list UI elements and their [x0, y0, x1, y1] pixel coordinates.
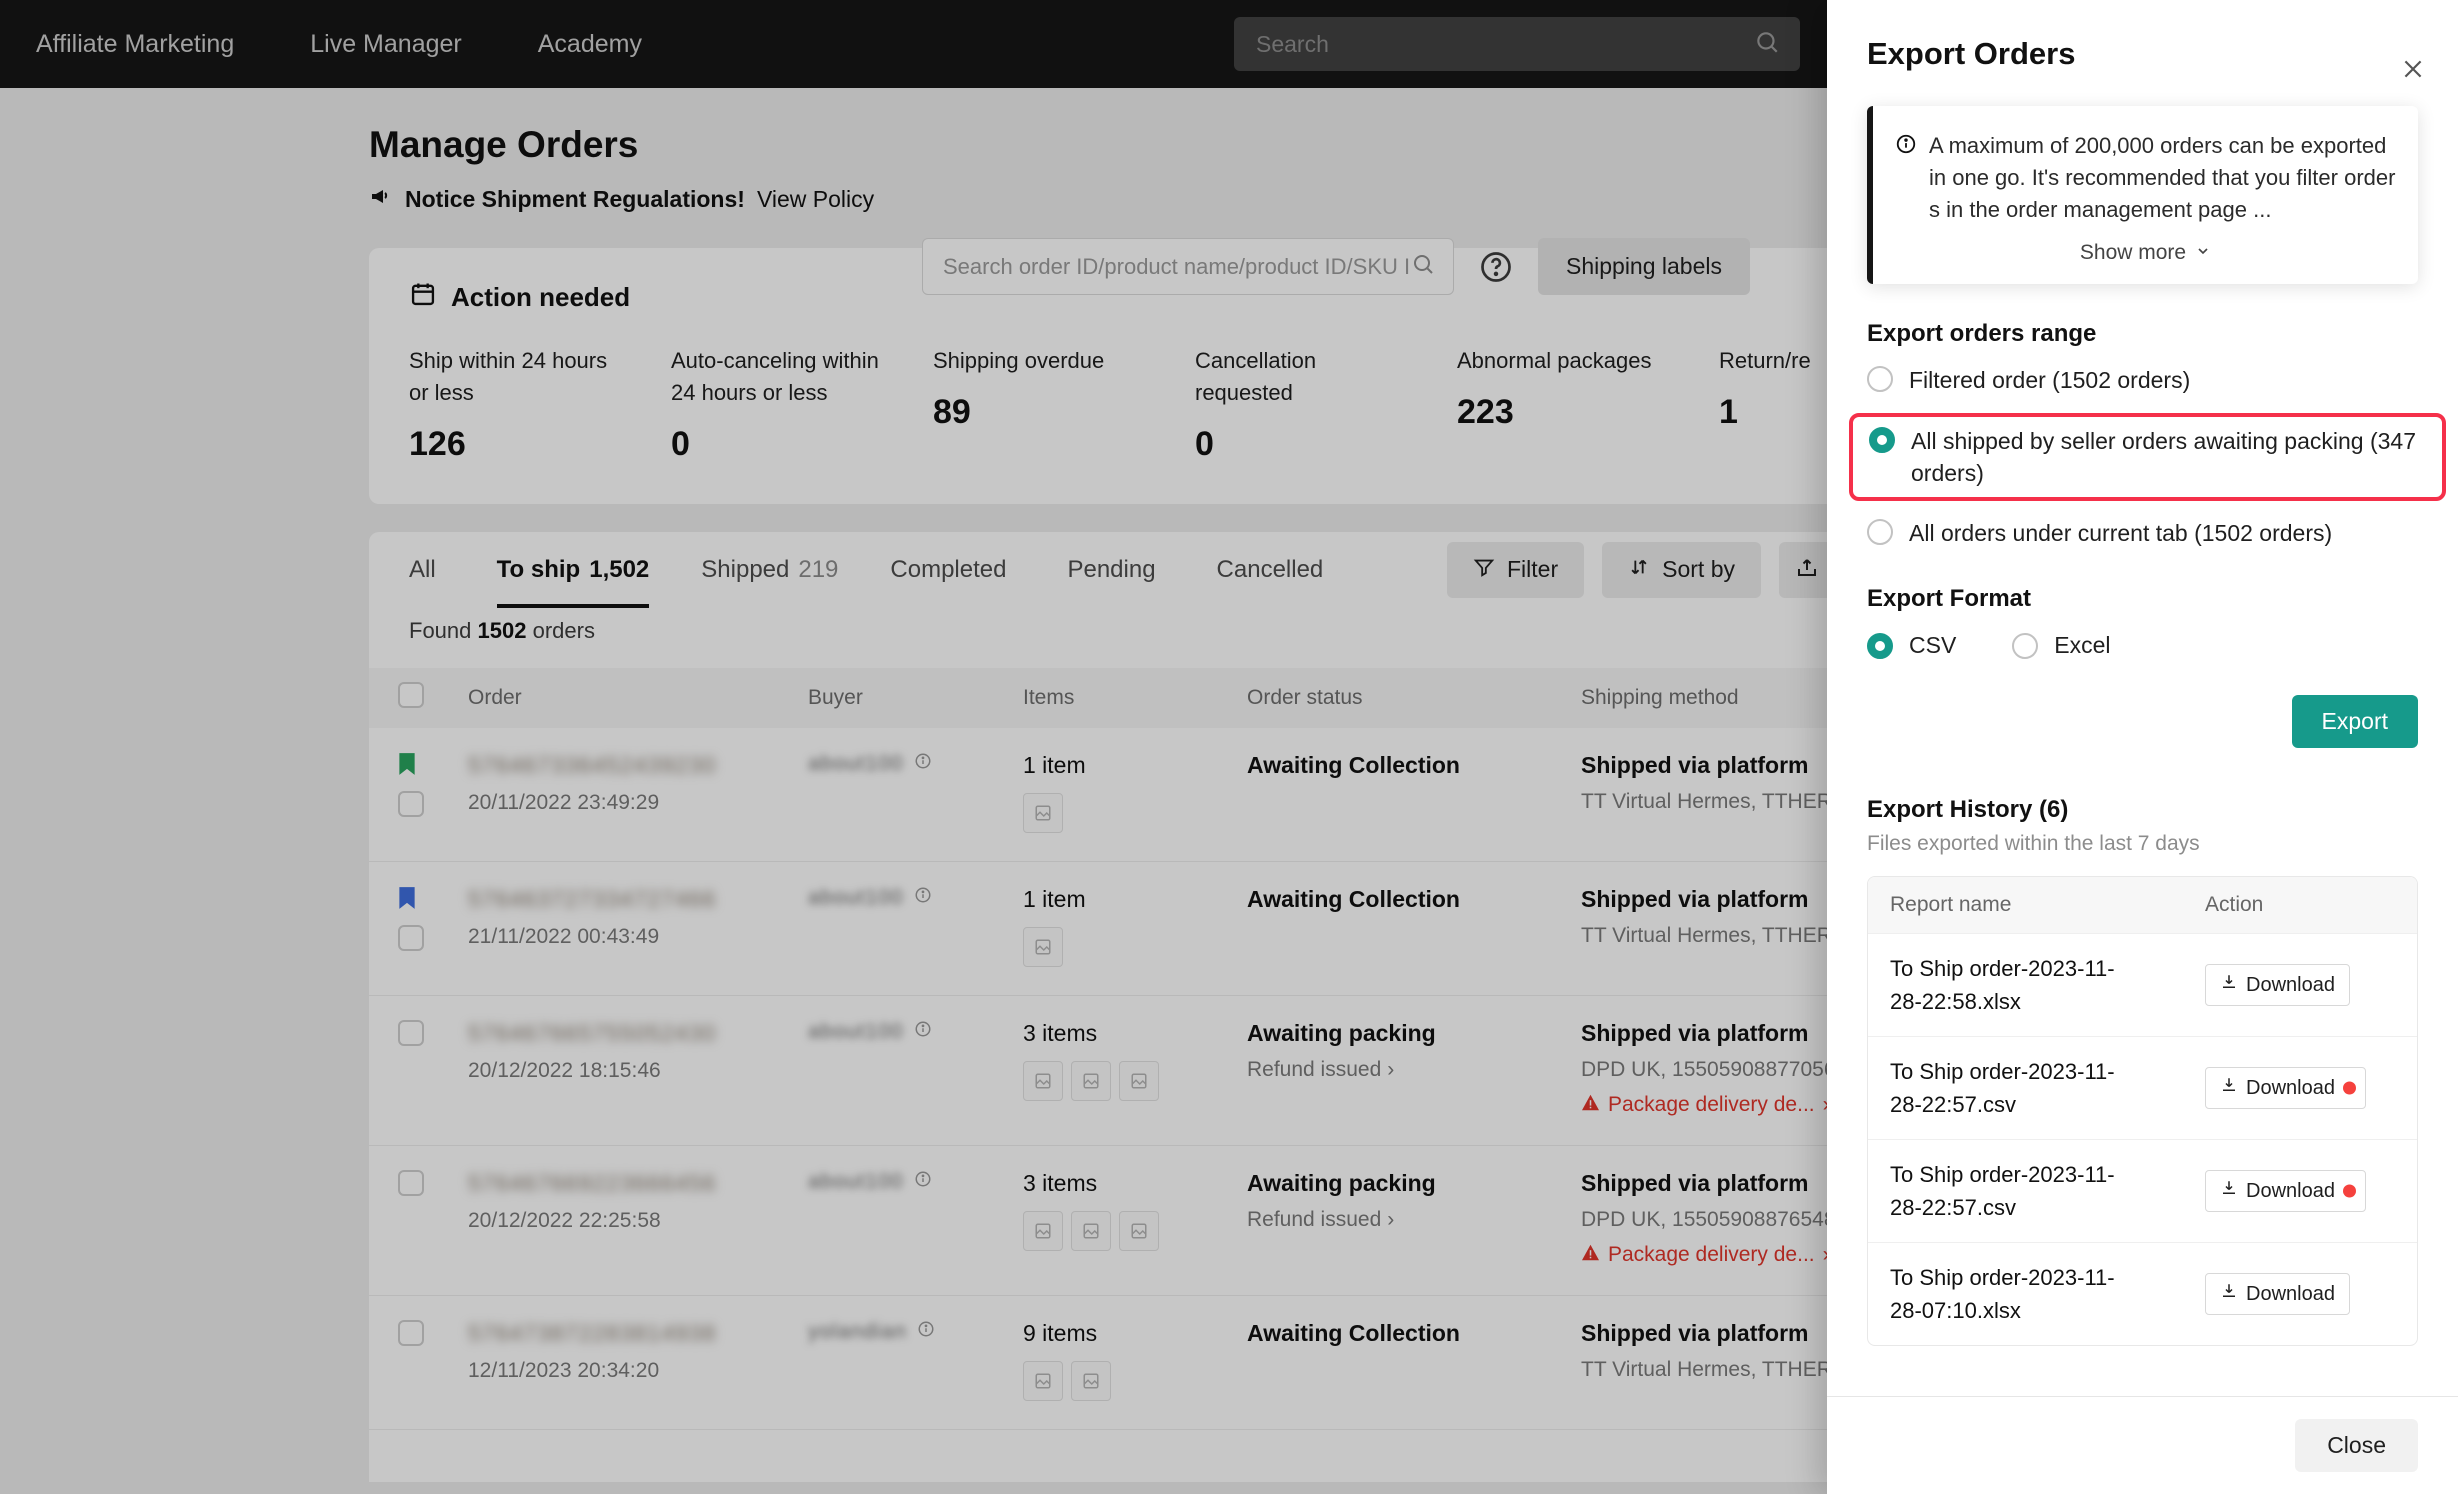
export-orders-panel: Export Orders A maximum of 200,000 order… — [1827, 0, 2458, 1494]
download-icon — [2220, 1179, 2238, 1203]
chevron-down-icon — [2195, 241, 2211, 265]
radio-unselected-icon[interactable] — [2012, 633, 2039, 660]
range-option-current-tab[interactable]: All orders under current tab (1502 order… — [1867, 517, 2418, 549]
info-icon — [1895, 133, 1917, 226]
radio-selected-icon[interactable] — [1867, 633, 1893, 660]
radio-label: All shipped by seller orders awaiting pa… — [1911, 427, 2417, 486]
export-history-row: To Ship order-2023-11-28-22:57.csv Downl… — [1868, 1139, 2417, 1242]
column-report-name: Report name — [1890, 893, 2012, 917]
radio-label: CSV — [1909, 632, 1957, 659]
export-range-heading: Export orders range — [1867, 320, 2097, 348]
close-icon[interactable] — [2396, 52, 2430, 89]
history-table-header: Report name Action — [1868, 877, 2417, 934]
report-name: To Ship order-2023-11-28-22:57.csv — [1890, 1059, 2115, 1118]
export-button[interactable]: Export — [2291, 695, 2418, 749]
export-history-heading: Export History (6) — [1867, 796, 2069, 824]
annotation-highlight-box: All shipped by seller orders awaiting pa… — [1849, 412, 2446, 501]
download-button[interactable]: Download — [2205, 1273, 2350, 1316]
screen: Affiliate Marketing Live Manager Academy… — [0, 0, 2458, 1494]
export-format-heading: Export Format — [1867, 585, 2032, 613]
download-button[interactable]: Download — [2205, 1170, 2366, 1213]
range-option-awaiting-packing[interactable]: All shipped by seller orders awaiting pa… — [1869, 425, 2426, 489]
export-format-options: CSV Excel — [1867, 629, 2418, 661]
modal-dim-overlay — [0, 0, 1827, 1494]
column-action: Action — [2205, 893, 2264, 917]
download-icon — [2220, 1282, 2238, 1306]
report-name: To Ship order-2023-11-28-07:10.xlsx — [1890, 1265, 2115, 1324]
radio-label: Excel — [2054, 632, 2111, 659]
export-history-row: To Ship order-2023-11-28-07:10.xlsx Down… — [1868, 1242, 2417, 1345]
show-more-button[interactable]: Show more — [1895, 240, 2396, 266]
export-history-row: To Ship order-2023-11-28-22:58.xlsx Down… — [1868, 933, 2417, 1036]
radio-unselected-icon[interactable] — [1867, 366, 1893, 393]
radio-unselected-icon[interactable] — [1867, 518, 1893, 545]
radio-selected-icon[interactable] — [1869, 426, 1895, 453]
format-option-excel[interactable]: Excel — [2012, 629, 2111, 661]
export-history-subtitle: Files exported within the last 7 days — [1867, 832, 2200, 856]
notification-dot — [2342, 1184, 2356, 1198]
radio-label: Filtered order (1502 orders) — [1909, 367, 2191, 394]
export-range-options: Filtered order (1502 orders) All shipped… — [1849, 364, 2446, 549]
range-option-filtered[interactable]: Filtered order (1502 orders) — [1867, 364, 2418, 396]
close-button[interactable]: Close — [2295, 1419, 2418, 1472]
report-name: To Ship order-2023-11-28-22:58.xlsx — [1890, 956, 2115, 1015]
notification-dot — [2342, 1081, 2356, 1095]
format-option-csv[interactable]: CSV — [1867, 629, 1956, 661]
notice-text: A maximum of 200,000 orders can be expor… — [1929, 133, 2396, 223]
panel-footer: Close — [1827, 1396, 2458, 1494]
download-button[interactable]: Download — [2205, 964, 2350, 1007]
export-history-table: Report name Action To Ship order-2023-11… — [1867, 876, 2418, 1347]
panel-title: Export Orders — [1867, 36, 2076, 71]
export-history-row: To Ship order-2023-11-28-22:57.csv Downl… — [1868, 1036, 2417, 1139]
export-limit-notice: A maximum of 200,000 orders can be expor… — [1867, 106, 2418, 285]
download-icon — [2220, 1076, 2238, 1100]
download-icon — [2220, 973, 2238, 997]
radio-label: All orders under current tab (1502 order… — [1909, 519, 2333, 546]
report-name: To Ship order-2023-11-28-22:57.csv — [1890, 1162, 2115, 1221]
download-button[interactable]: Download — [2205, 1067, 2366, 1110]
